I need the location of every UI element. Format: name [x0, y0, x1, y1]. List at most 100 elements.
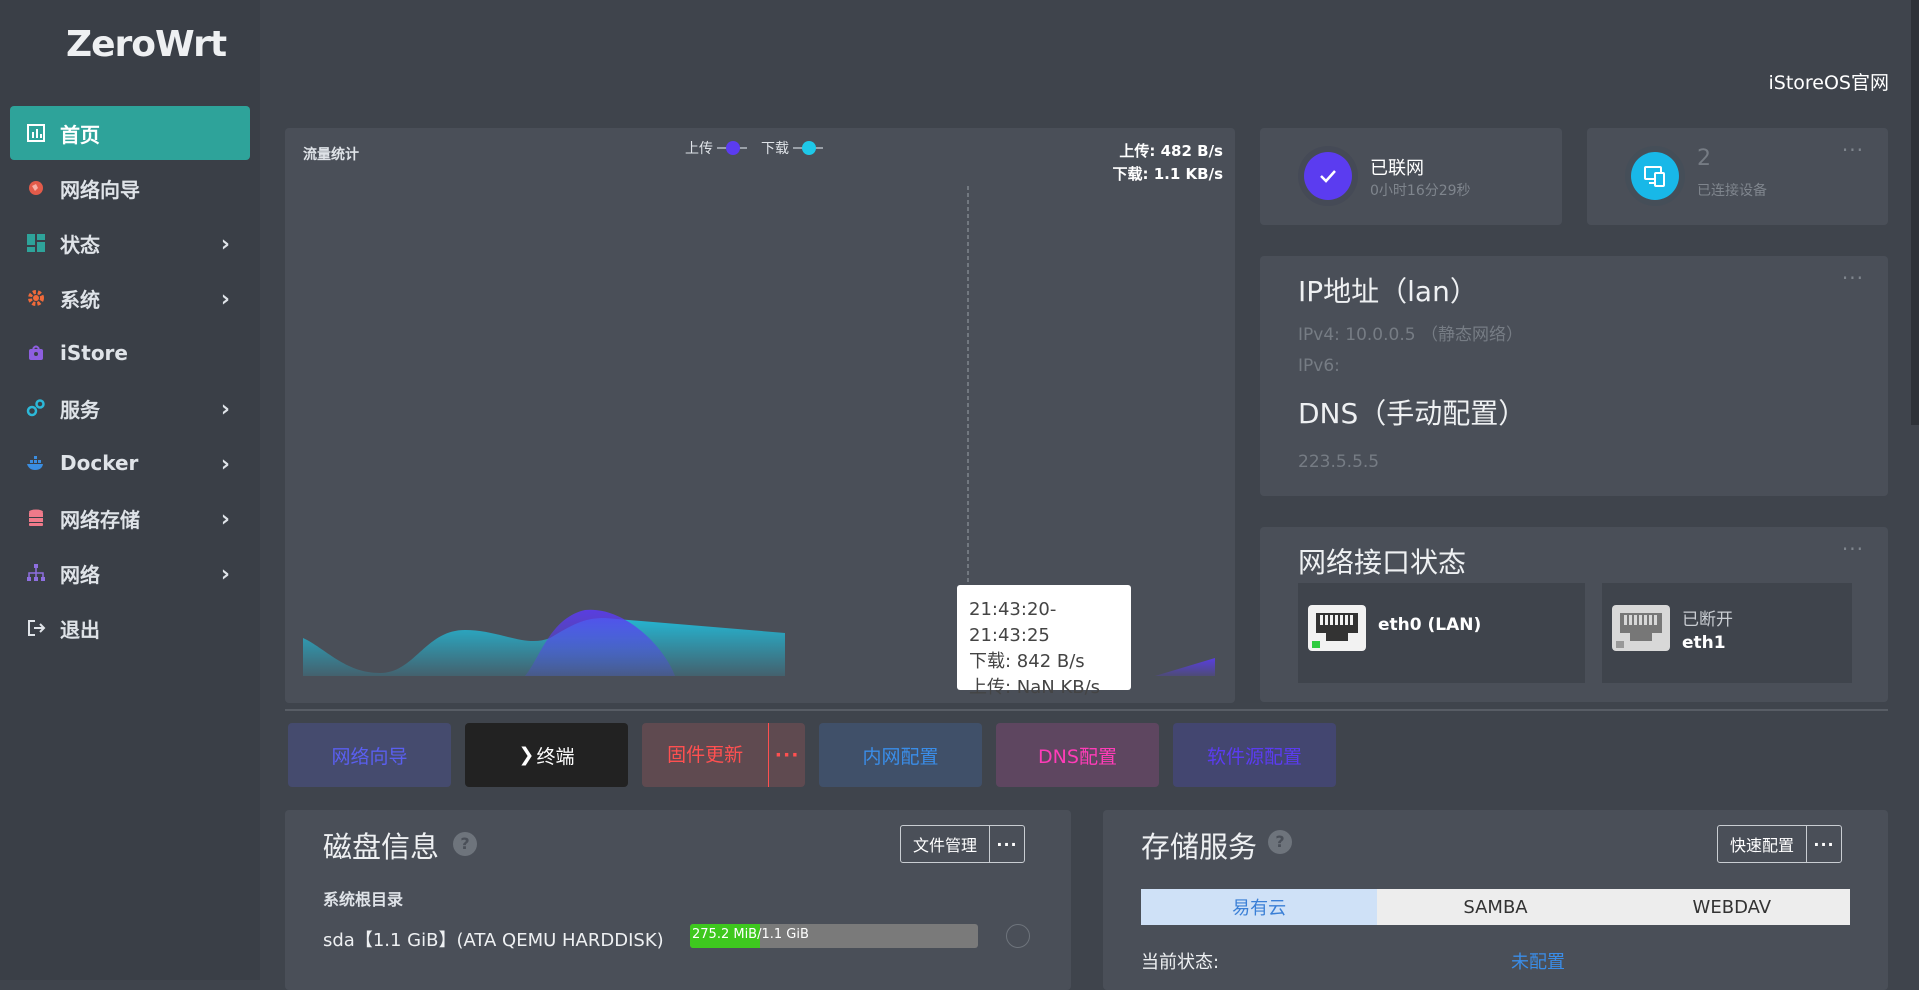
disk-card: 磁盘信息 ? 文件管理 ··· 系统根目录 sda【1.1 GiB】(ATA Q…	[285, 810, 1071, 990]
app-logo[interactable]: ZeroWrt	[66, 24, 227, 65]
terminal-label: 终端	[536, 745, 575, 768]
disk-title: 磁盘信息	[323, 830, 440, 864]
store-icon	[26, 343, 46, 363]
more-icon[interactable]: ···	[1842, 138, 1864, 162]
dns-config-button[interactable]: DNS配置	[996, 723, 1159, 787]
sidebar-item-istore[interactable]: iStore	[10, 326, 250, 380]
dns-value: 223.5.5.5	[1298, 452, 1380, 472]
help-icon[interactable]: ?	[1268, 830, 1292, 854]
terminal-icon: ❯	[518, 744, 535, 766]
help-icon[interactable]: ?	[453, 832, 477, 856]
scrollbar-thumb[interactable]	[1911, 0, 1919, 425]
tooltip-download: 下载: 842 B/s	[969, 651, 1085, 672]
gear-icon	[26, 288, 46, 308]
disk-device: sda【1.1 GiB】(ATA QEMU HARDDISK)	[323, 930, 664, 951]
storage-title: 存储服务	[1141, 830, 1258, 864]
devices-icon	[1631, 152, 1679, 200]
sidebar-item-label: Docker	[60, 451, 139, 475]
port-status: 已断开	[1682, 610, 1733, 630]
sidebar-item-label: 网络	[60, 562, 100, 587]
firmware-update-button[interactable]: 固件更新	[642, 723, 770, 787]
firmware-update-group: 固件更新 ···	[642, 723, 805, 787]
sidebar: ZeroWrt 首页 网络向导 状态 › 系统 › iStore 服务 › Do…	[0, 0, 260, 980]
disk-total: /1.1 GiB	[757, 927, 809, 942]
ethernet-port-icon	[1308, 605, 1366, 651]
device-label: 已连接设备	[1697, 183, 1767, 199]
port-eth0[interactable]: eth0 (LAN)	[1298, 583, 1585, 683]
sidebar-item-label: 网络向导	[60, 177, 140, 202]
ipv6-value: IPv6:	[1298, 356, 1340, 376]
chevron-right-icon: ›	[220, 287, 230, 312]
chevron-right-icon: ›	[220, 452, 230, 477]
disk-actions: 文件管理 ···	[900, 825, 1026, 863]
more-icon[interactable]: ···	[990, 826, 1024, 862]
more-icon[interactable]: ···	[1807, 826, 1841, 862]
istoreos-link[interactable]: iStoreOS官网	[1768, 68, 1889, 95]
sidebar-item-logout[interactable]: 退出	[10, 601, 250, 655]
ip-title: IP地址（lan）	[1298, 275, 1478, 308]
tab-samba[interactable]: SAMBA	[1377, 889, 1613, 925]
section-divider	[285, 709, 1888, 711]
tab-webdav[interactable]: WEBDAV	[1614, 889, 1850, 925]
ipv4-value: IPv4: 10.0.0.5 （静态网络）	[1298, 325, 1523, 345]
storage-status-value[interactable]: 未配置	[1511, 948, 1565, 974]
sidebar-item-label: 退出	[60, 617, 100, 642]
port-eth1[interactable]: 已断开 eth1	[1602, 583, 1852, 683]
tooltip-time: 21:43:20-21:43:25	[969, 599, 1057, 646]
connection-card: 已联网 0小时16分29秒	[1260, 128, 1562, 225]
ethernet-port-icon	[1612, 605, 1670, 651]
sidebar-item-docker[interactable]: Docker ›	[10, 436, 250, 490]
disk-usage-text: 275.2 MiB/1.1 GiB	[692, 927, 809, 942]
connection-uptime: 0小时16分29秒	[1370, 183, 1471, 199]
upload-series-area	[525, 609, 675, 676]
interfaces-title: 网络接口状态	[1298, 546, 1467, 579]
root-dir-label: 系统根目录	[323, 890, 404, 909]
chevron-right-icon: ›	[220, 562, 230, 587]
dashboard-icon	[26, 123, 46, 143]
sidebar-item-status[interactable]: 状态 ›	[10, 216, 250, 270]
lan-config-button[interactable]: 内网配置	[819, 723, 982, 787]
upload-series-tail	[1155, 658, 1215, 676]
connection-status: 已联网	[1370, 158, 1424, 179]
globe-icon	[26, 178, 46, 198]
tooltip-upload: 上传: NaN KB/s	[969, 677, 1101, 698]
database-icon	[26, 508, 46, 528]
check-icon	[1304, 152, 1352, 200]
ip-card: IP地址（lan） IPv4: 10.0.0.5 （静态网络） IPv6: DN…	[1260, 256, 1888, 496]
storage-status-label: 当前状态:	[1141, 952, 1220, 973]
file-manage-button[interactable]: 文件管理	[901, 826, 991, 862]
sidebar-item-services[interactable]: 服务 ›	[10, 381, 250, 435]
interfaces-card: 网络接口状态 ··· eth0 (LAN) 已断开 eth1	[1260, 527, 1888, 702]
storage-tabs: 易有云 SAMBA WEBDAV	[1141, 889, 1850, 925]
sidebar-item-label: iStore	[60, 341, 128, 365]
sidebar-item-home[interactable]: 首页	[10, 106, 250, 160]
services-icon	[26, 398, 46, 418]
sidebar-item-nas[interactable]: 网络存储 ›	[10, 491, 250, 545]
device-count: 2	[1697, 146, 1711, 171]
storage-actions: 快速配置 ···	[1717, 825, 1843, 863]
network-icon	[26, 563, 46, 583]
sidebar-item-network-wizard[interactable]: 网络向导	[10, 161, 250, 215]
software-source-button[interactable]: 软件源配置	[1173, 723, 1336, 787]
terminal-button[interactable]: ❯ 终端	[465, 723, 628, 787]
firmware-more-icon[interactable]: ···	[769, 744, 805, 766]
sidebar-menu: 首页 网络向导 状态 › 系统 › iStore 服务 › Docker › 网…	[10, 106, 250, 656]
tab-yiyouyun[interactable]: 易有云	[1141, 889, 1378, 925]
quick-config-button[interactable]: 快速配置	[1718, 826, 1808, 862]
sidebar-item-label: 系统	[60, 287, 100, 312]
sidebar-item-label: 首页	[60, 122, 100, 147]
sidebar-item-network[interactable]: 网络 ›	[10, 546, 250, 600]
more-icon[interactable]: ···	[1842, 266, 1864, 290]
disk-used: 275.2 MiB	[692, 927, 758, 942]
chevron-right-icon: ›	[220, 397, 230, 422]
more-icon[interactable]: ···	[1842, 537, 1864, 561]
dns-title: DNS（手动配置）	[1298, 397, 1527, 430]
docker-icon	[26, 453, 46, 473]
chevron-right-icon: ›	[220, 507, 230, 532]
chevron-right-icon: ›	[220, 232, 230, 257]
sidebar-item-system[interactable]: 系统 ›	[10, 271, 250, 325]
disk-menu-icon[interactable]	[1006, 924, 1030, 948]
port-name: eth0 (LAN)	[1378, 615, 1482, 635]
network-wizard-button[interactable]: 网络向导	[288, 723, 451, 787]
sidebar-item-label: 服务	[60, 397, 100, 422]
